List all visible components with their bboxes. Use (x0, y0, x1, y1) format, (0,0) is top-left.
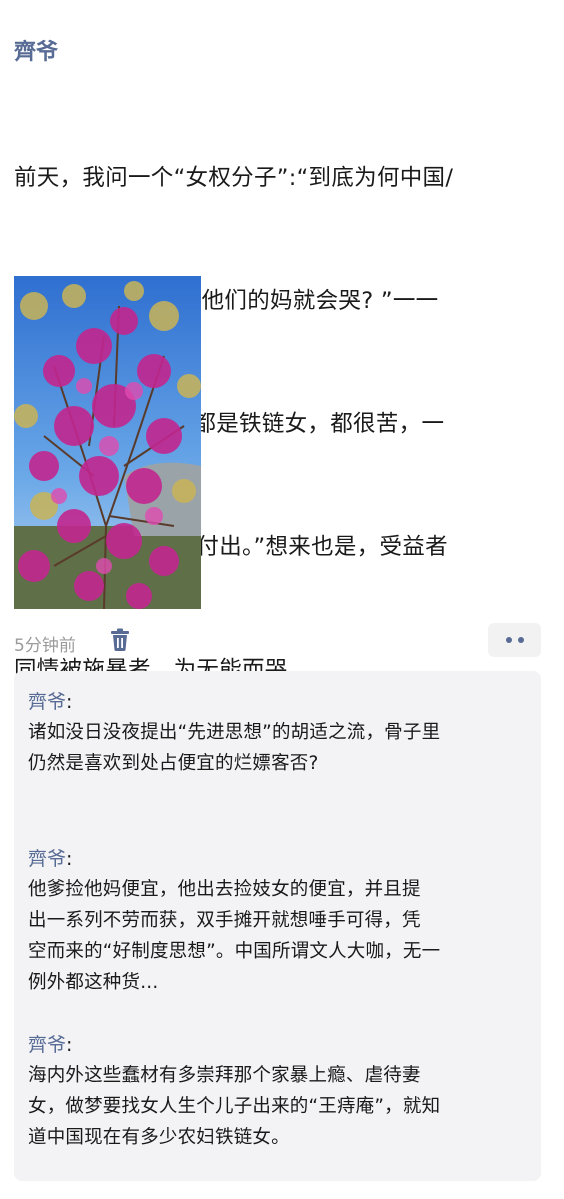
post-timestamp: 5分钟前 (14, 636, 76, 656)
more-dot-2 (517, 637, 524, 643)
comment-author-row: 齊爷: (28, 1030, 534, 1060)
comment-author[interactable]: 齊爷 (28, 1034, 66, 1056)
comment-text: 他爹捡他妈便宜，他出去捡妓女的便宜，并且提 出一系列不劳而获，双手摊开就想唾手可… (28, 874, 534, 998)
comment-text-line: 海内外这些蠢材有多崇拜那个家暴上瘾、虐待妻 (28, 1065, 421, 1086)
comment-text-line: 女，做梦要找女人生个儿子出来的“王痔庵”，就知 (28, 1096, 441, 1117)
comment-author[interactable]: 齊爷 (28, 691, 66, 713)
comment-author-row: 齊爷: (28, 844, 534, 874)
comment-colon: : (66, 1034, 73, 1056)
comment-item-2[interactable]: 齊爷: 他爹捡他妈便宜，他出去捡妓女的便宜，并且提 出一系列不劳而获，双手摊开就… (28, 844, 534, 998)
comment-text: 诸如没日没夜提出“先进思想”的胡适之流，骨子里 仍然是喜欢到处占便宜的烂嫖客否? (28, 717, 534, 779)
comment-item-3[interactable]: 齊爷: 海内外这些蠢材有多崇拜那个家暴上瘾、虐待妻 女，做梦要找女人生个儿子出来… (28, 1030, 534, 1153)
post-photo-redbud-tree[interactable] (14, 276, 201, 609)
comment-text-line: 出一系列不劳而获，双手摊开就想唾手可得，凭 (28, 910, 421, 931)
comment-author-row: 齊爷: (28, 687, 534, 717)
post-text-line-1: 前天，我问一个“女权分子”:“到底为何中国/ (14, 165, 454, 191)
comment-text-line: 例外都这种货... (28, 972, 159, 993)
more-dots-icon[interactable] (488, 623, 541, 657)
comment-text-line: 仍然是喜欢到处占便宜的烂嫖客否? (28, 753, 319, 774)
comment-item-1[interactable]: 齊爷: 诸如没日没夜提出“先进思想”的胡适之流，骨子里 仍然是喜欢到处占便宜的烂… (28, 687, 534, 779)
comment-colon: : (66, 691, 73, 713)
post-author[interactable]: 齊爷 (14, 34, 58, 66)
comment-colon: : (66, 848, 73, 870)
comment-text-line: 诸如没日没夜提出“先进思想”的胡适之流，骨子里 (28, 722, 441, 743)
comments-panel: 齊爷: 诸如没日没夜提出“先进思想”的胡适之流，骨子里 仍然是喜欢到处占便宜的烂… (14, 671, 541, 1181)
photo-image (14, 276, 201, 609)
comment-text-line: 空而来的“好制度思想”。中国所谓文人大咖，无一 (28, 941, 441, 962)
more-dot-1 (505, 637, 512, 643)
comment-author[interactable]: 齊爷 (28, 848, 66, 870)
trash-icon[interactable] (109, 628, 131, 652)
comment-text-line: 道中国现在有多少农妇铁链女。 (28, 1127, 290, 1148)
comment-text-line: 他爹捡他妈便宜，他出去捡妓女的便宜，并且提 (28, 879, 421, 900)
comment-text: 海内外这些蠢材有多崇拜那个家暴上瘾、虐待妻 女，做梦要找女人生个儿子出来的“王痔… (28, 1060, 534, 1153)
